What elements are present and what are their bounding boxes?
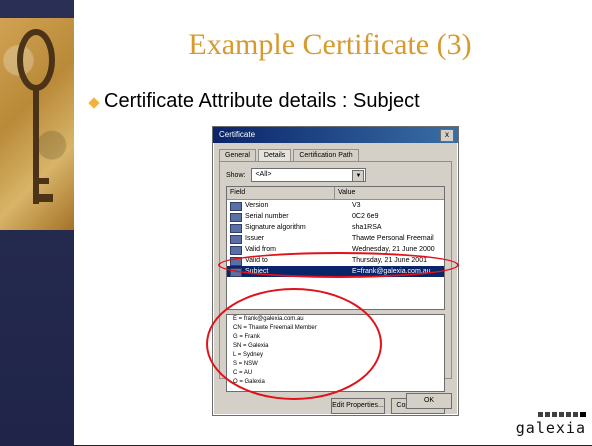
certificate-dialog: Certificate x General Details Certificat…: [212, 126, 459, 416]
field-cell: Serial number: [227, 211, 349, 222]
tab-strip: General Details Certification Path: [219, 149, 359, 161]
value-cell: 0C2 6e9: [352, 213, 379, 220]
key-illustration: [17, 29, 55, 204]
bullet-text: Certificate Attribute details : Subject: [104, 90, 420, 112]
field-cell: Signature algorithm: [227, 222, 349, 233]
field-icon: [230, 257, 242, 266]
column-header-value[interactable]: Value: [335, 187, 444, 199]
column-header-field[interactable]: Field: [227, 187, 335, 199]
close-icon[interactable]: x: [440, 129, 454, 142]
value-cell: Thursday, 21 June 2001: [352, 257, 427, 264]
value-cell: Thawte Personal Freemail: [352, 235, 434, 242]
list-row[interactable]: Issuer Thawte Personal Freemail: [227, 233, 444, 244]
logo-text: galexia: [515, 419, 586, 437]
field-icon: [230, 224, 242, 233]
chevron-down-icon[interactable]: ▼: [352, 170, 365, 182]
field-cell: Valid to: [227, 255, 349, 266]
field-icon: [230, 213, 242, 222]
logo-dots: [510, 412, 586, 417]
list-header: Field Value: [227, 187, 444, 200]
field-list[interactable]: Field Value Version V3 Serial number 0C2…: [226, 186, 445, 310]
list-row[interactable]: Valid to Thursday, 21 June 2001: [227, 255, 444, 266]
value-cell: Wednesday, 21 June 2000: [352, 246, 435, 253]
tab-certification-path[interactable]: Certification Path: [293, 149, 359, 161]
show-label: Show:: [226, 171, 246, 179]
slide-title: Example Certificate (3): [188, 28, 472, 61]
field-cell: Version: [227, 200, 349, 211]
show-select[interactable]: <All> ▼: [251, 168, 367, 182]
field-cell: Subject: [227, 266, 349, 277]
list-row-subject-selected[interactable]: Subject E=frank@galexia.com.au: [227, 266, 444, 277]
list-row[interactable]: Signature algorithm sha1RSA: [227, 222, 444, 233]
field-icon: [230, 235, 242, 244]
ok-button[interactable]: OK: [406, 393, 452, 409]
show-select-value: <All>: [255, 171, 272, 178]
detail-line: S = NSW: [233, 361, 258, 367]
detail-line: L = Sydney: [233, 352, 263, 358]
diamond-bullet-icon: [88, 96, 100, 109]
details-panel: Show: <All> ▼ Field Value Version V3 Ser…: [219, 161, 452, 414]
slide: Example Certificate (3) Certificate Attr…: [0, 0, 592, 446]
left-decor-band: [0, 0, 74, 446]
antique-key-image: [0, 18, 74, 230]
value-cell: V3: [352, 202, 361, 209]
dialog-title-bar: Certificate: [213, 127, 458, 143]
value-cell: sha1RSA: [352, 224, 382, 231]
list-row[interactable]: Version V3: [227, 200, 444, 211]
value-cell: E=frank@galexia.com.au: [352, 268, 431, 275]
list-row[interactable]: Valid from Wednesday, 21 June 2000: [227, 244, 444, 255]
detail-line: C = AU: [233, 370, 253, 376]
field-details-box[interactable]: E = frank@galexia.com.au CN = Thawte Fre…: [226, 314, 445, 392]
detail-line: O = Galexia: [233, 379, 265, 385]
field-icon: [230, 202, 242, 211]
show-filter: Show: <All> ▼: [226, 168, 367, 182]
list-row[interactable]: Serial number 0C2 6e9: [227, 211, 444, 222]
field-icon: [230, 246, 242, 255]
field-cell: Valid from: [227, 244, 349, 255]
galexia-logo: galexia: [510, 412, 586, 446]
tab-details[interactable]: Details: [257, 149, 292, 161]
detail-line: E = frank@galexia.com.au: [233, 316, 304, 322]
detail-line: G = Frank: [233, 334, 260, 340]
field-cell: Issuer: [227, 233, 349, 244]
field-icon: [230, 268, 242, 277]
tab-general[interactable]: General: [219, 149, 256, 161]
detail-line: CN = Thawte Freemail Member: [233, 325, 317, 331]
bullet-item: Certificate Attribute details : Subject: [88, 90, 420, 113]
detail-line: SN = Galexia: [233, 343, 269, 349]
edit-properties-button[interactable]: Edit Properties...: [331, 398, 385, 414]
